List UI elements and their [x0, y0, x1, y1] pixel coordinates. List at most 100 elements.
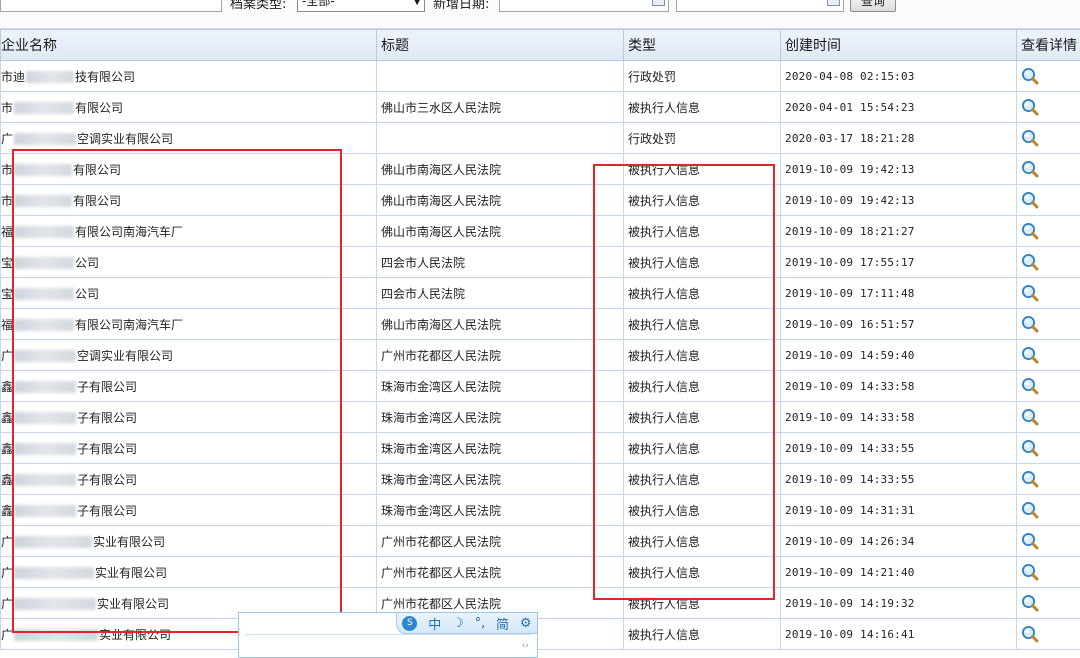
- company-name-cell[interactable]: 鑫 子有限公司: [0, 432, 377, 464]
- table-header-row: 企业名称 标题 类型 创建时间 查看详情: [0, 29, 1080, 61]
- company-name-prefix: 市迪: [1, 69, 26, 84]
- created-time-cell: 2019-10-09 14:33:58: [780, 401, 1017, 433]
- type-cell: 被执行人信息: [623, 153, 781, 185]
- ime-punctuation-toggle[interactable]: °,: [475, 616, 486, 631]
- magnifier-icon[interactable]: [1021, 160, 1039, 178]
- company-name-cell[interactable]: 市 有限公司: [0, 91, 377, 123]
- calendar-icon[interactable]: [652, 0, 665, 6]
- magnifier-icon[interactable]: [1021, 563, 1039, 581]
- magnifier-icon[interactable]: [1021, 67, 1039, 85]
- view-details-cell: [1016, 91, 1080, 123]
- company-name-cell[interactable]: 广 空调实业有限公司: [0, 339, 377, 371]
- created-time-cell: 2019-10-09 18:21:27: [780, 215, 1017, 247]
- ime-settings-gear-icon[interactable]: ⚙: [520, 616, 532, 631]
- company-name-cell[interactable]: 宝 公司: [0, 246, 377, 278]
- title-cell: 广州市花都区人民法院: [376, 556, 624, 588]
- magnifier-icon[interactable]: [1021, 346, 1039, 364]
- company-name-prefix: 福: [1, 224, 14, 239]
- company-name-cell[interactable]: 广 实业有限公司: [0, 525, 377, 557]
- magnifier-icon[interactable]: [1021, 439, 1039, 457]
- redacted-text: [14, 195, 73, 207]
- company-name-cell[interactable]: 鑫 子有限公司: [0, 463, 377, 495]
- company-name-cell[interactable]: 宝 公司: [0, 277, 377, 309]
- column-header-created-time[interactable]: 创建时间: [780, 29, 1017, 61]
- ime-fullwidth-moon-icon[interactable]: ☽: [452, 616, 464, 631]
- company-name-cell[interactable]: 鑫 子有限公司: [0, 370, 377, 402]
- redacted-text: [14, 412, 77, 424]
- redacted-text: [14, 598, 97, 610]
- column-header-company-name[interactable]: 企业名称: [0, 29, 377, 61]
- redacted-text: [14, 288, 75, 300]
- end-date-input[interactable]: [676, 0, 844, 12]
- company-name-input[interactable]: [0, 0, 222, 12]
- created-time-cell: 2020-04-08 02:15:03: [780, 60, 1017, 92]
- magnifier-icon[interactable]: [1021, 253, 1039, 271]
- redacted-text: [14, 474, 77, 486]
- title-cell: 佛山市三水区人民法院: [376, 91, 624, 123]
- view-details-cell: [1016, 525, 1080, 557]
- created-time-cell: 2019-10-09 14:19:32: [780, 587, 1017, 619]
- company-name-cell[interactable]: 市 有限公司: [0, 153, 377, 185]
- ime-page-arrows-icon[interactable]: ‹›: [522, 641, 529, 651]
- ime-composition-area[interactable]: [245, 634, 531, 653]
- company-name-suffix: 公司: [75, 255, 100, 270]
- ime-logo-icon[interactable]: S: [402, 615, 418, 631]
- ime-language-toggle[interactable]: 中: [428, 614, 441, 633]
- redacted-text: [14, 536, 93, 548]
- view-details-cell: [1016, 60, 1080, 92]
- magnifier-icon[interactable]: [1021, 98, 1039, 116]
- company-name-cell[interactable]: 市 有限公司: [0, 184, 377, 216]
- company-name-prefix: 市: [1, 162, 14, 177]
- archive-type-select[interactable]: -全部- ▼: [297, 0, 425, 12]
- view-details-cell: [1016, 277, 1080, 309]
- added-date-label: 新增日期:: [433, 0, 490, 12]
- view-details-cell: [1016, 618, 1080, 650]
- magnifier-icon[interactable]: [1021, 501, 1039, 519]
- type-cell: 被执行人信息: [623, 463, 781, 495]
- company-name-suffix: 有限公司南海汽车厂: [75, 317, 184, 332]
- ime-toolbar[interactable]: S 中 ☽ °, 简 ⚙ ‹›: [238, 612, 538, 658]
- magnifier-icon[interactable]: [1021, 625, 1039, 643]
- company-name-prefix: 鑫: [1, 441, 14, 456]
- magnifier-icon[interactable]: [1021, 284, 1039, 302]
- company-name-cell[interactable]: 福 有限公司南海汽车厂: [0, 215, 377, 247]
- view-details-cell: [1016, 308, 1080, 340]
- query-button[interactable]: 查询: [850, 0, 896, 12]
- table-row: 鑫 子有限公司 珠海市金湾区人民法院 被执行人信息 2019-10-09 14:31:3…: [0, 494, 1080, 526]
- company-name-cell[interactable]: 广 实业有限公司: [0, 556, 377, 588]
- title-cell: 珠海市金湾区人民法院: [376, 463, 624, 495]
- column-header-title[interactable]: 标题: [376, 29, 624, 61]
- column-header-type[interactable]: 类型: [623, 29, 781, 61]
- title-cell: 珠海市金湾区人民法院: [376, 370, 624, 402]
- magnifier-icon[interactable]: [1021, 129, 1039, 147]
- company-name-prefix: 广: [1, 627, 14, 642]
- table-row: 鑫 子有限公司 珠海市金湾区人民法院 被执行人信息 2019-10-09 14:33:5…: [0, 401, 1080, 433]
- magnifier-icon[interactable]: [1021, 532, 1039, 550]
- type-cell: 被执行人信息: [623, 246, 781, 278]
- type-cell: 被执行人信息: [623, 432, 781, 464]
- calendar-icon[interactable]: [827, 0, 840, 6]
- magnifier-icon[interactable]: [1021, 408, 1039, 426]
- company-name-suffix: 实业有限公司: [93, 534, 166, 549]
- magnifier-icon[interactable]: [1021, 594, 1039, 612]
- company-name-cell[interactable]: 鑫 子有限公司: [0, 494, 377, 526]
- column-header-view-details[interactable]: 查看详情: [1016, 29, 1080, 61]
- magnifier-icon[interactable]: [1021, 315, 1039, 333]
- table-row: 福 有限公司南海汽车厂 佛山市南海区人民法院 被执行人信息 2019-10-09 18:…: [0, 215, 1080, 247]
- company-name-cell[interactable]: 市迪 技有限公司: [0, 60, 377, 92]
- company-name-cell[interactable]: 鑫 子有限公司: [0, 401, 377, 433]
- company-name-cell[interactable]: 福 有限公司南海汽车厂: [0, 308, 377, 340]
- company-name-prefix: 鑫: [1, 379, 14, 394]
- view-details-cell: [1016, 339, 1080, 371]
- magnifier-icon[interactable]: [1021, 470, 1039, 488]
- magnifier-icon[interactable]: [1021, 377, 1039, 395]
- magnifier-icon[interactable]: [1021, 222, 1039, 240]
- magnifier-icon[interactable]: [1021, 191, 1039, 209]
- redacted-text: [14, 226, 75, 238]
- title-cell: 佛山市南海区人民法院: [376, 184, 624, 216]
- start-date-input[interactable]: [499, 0, 669, 12]
- company-name-prefix: 福: [1, 317, 14, 332]
- ime-simplified-toggle[interactable]: 简: [496, 614, 509, 633]
- company-name-cell[interactable]: 广 空调实业有限公司: [0, 122, 377, 154]
- company-name-suffix: 空调实业有限公司: [77, 131, 174, 146]
